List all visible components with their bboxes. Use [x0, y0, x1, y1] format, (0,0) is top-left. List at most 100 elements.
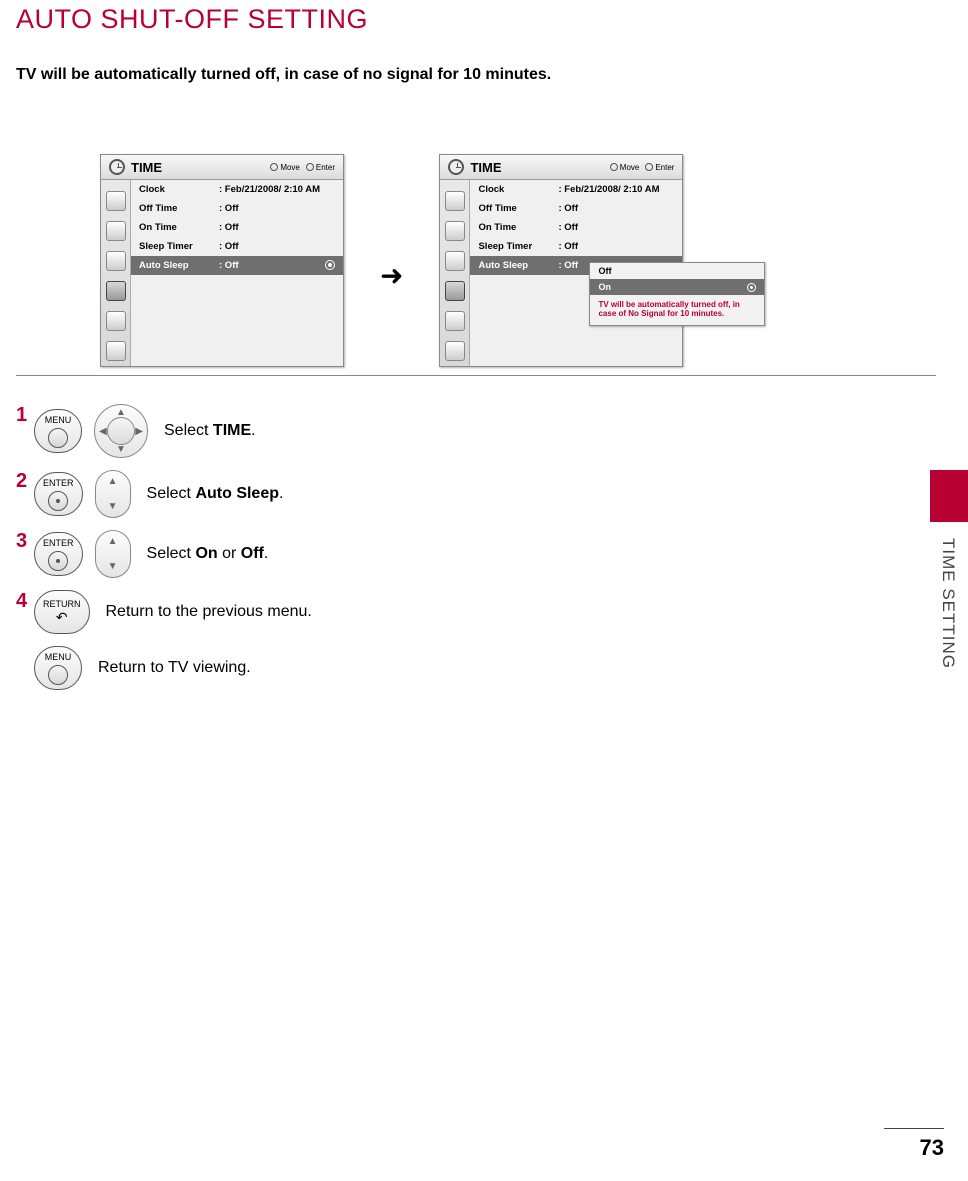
row-autosleep-label: Auto Sleep — [478, 260, 558, 271]
row-offtime-label: Off Time — [139, 203, 219, 214]
step-text: Select TIME. — [164, 422, 256, 440]
step-text: Return to TV viewing. — [98, 659, 251, 677]
return-arrow-icon: ↶ — [56, 609, 68, 626]
remote-dpad-button[interactable]: ▲ ▼ ◀ ▶ — [94, 404, 148, 458]
row-sleep-value: : Off — [219, 241, 239, 252]
row-ontime: On Time : Off — [131, 218, 343, 237]
step-text: Return to the previous menu. — [106, 603, 312, 621]
row-clock-label: Clock — [139, 184, 219, 195]
chevron-left-icon: ◀ — [99, 426, 107, 437]
move-icon — [610, 163, 618, 171]
step-text-pre: Select — [147, 545, 196, 562]
chevron-up-icon: ▲ — [108, 476, 118, 487]
chevron-up-icon: ▲ — [108, 536, 118, 547]
arrow-right-icon: ➜ — [380, 259, 403, 292]
screenshots-row: TIME Move Enter Clock — [100, 154, 683, 367]
move-icon — [270, 163, 278, 171]
side-icon-5 — [445, 311, 465, 331]
button-label: ENTER — [43, 538, 74, 548]
step-text-pre: Select — [164, 422, 213, 439]
divider — [16, 375, 936, 376]
row-offtime-value: : Off — [219, 203, 239, 214]
step-text: Select On or Off. — [147, 545, 269, 563]
row-ontime-label: On Time — [139, 222, 219, 233]
remote-enter-button[interactable]: ENTER — [34, 532, 83, 576]
remote-return-button[interactable]: RETURN ↶ — [34, 590, 90, 634]
chevron-down-icon: ▼ — [116, 444, 126, 455]
button-circle-icon — [48, 665, 68, 685]
chevron-up-icon: ▲ — [116, 407, 126, 418]
step-text-post: . — [251, 422, 255, 439]
step-text-post: . — [279, 485, 283, 502]
popup-option-on-selected: On — [590, 279, 764, 295]
step-number: 3 — [16, 530, 28, 553]
row-offtime: Off Time : Off — [131, 199, 343, 218]
tv-menu-after: TIME Move Enter Clock — [439, 154, 683, 367]
side-icon-2 — [445, 221, 465, 241]
side-icon-2 — [106, 221, 126, 241]
autosleep-popup: Off On TV will be automatically turned o… — [589, 262, 765, 326]
side-icon-1 — [106, 191, 126, 211]
step-text-bold: Auto Sleep — [195, 485, 279, 502]
chevron-down-icon: ▼ — [108, 561, 118, 572]
row-clock-value: : Feb/21/2008/ 2:10 AM — [558, 184, 659, 195]
row-ontime-value: : Off — [219, 222, 239, 233]
step-text-bold: On — [195, 545, 217, 562]
selection-bullet-icon — [325, 260, 335, 270]
button-circle-dot-icon — [48, 551, 68, 571]
button-label: RETURN — [43, 599, 81, 609]
popup-option-off: Off — [590, 263, 764, 279]
selection-bullet-icon — [747, 283, 756, 292]
button-label: ENTER — [43, 478, 74, 488]
chevron-down-icon: ▼ — [108, 501, 118, 512]
remote-updown-button[interactable]: ▲ ▼ — [95, 530, 131, 578]
row-ontime: On Time : Off — [470, 218, 682, 237]
button-circle-dot-icon — [48, 491, 68, 511]
remote-updown-button[interactable]: ▲ ▼ — [95, 470, 131, 518]
button-label: MENU — [45, 415, 72, 425]
row-sleep: Sleep Timer : Off — [470, 237, 682, 256]
remote-enter-button[interactable]: ENTER — [34, 472, 83, 516]
row-sleep-value: : Off — [558, 241, 578, 252]
row-sleep-label: Sleep Timer — [139, 241, 219, 252]
hint-move: Move — [620, 163, 640, 172]
row-offtime-value: : Off — [558, 203, 578, 214]
row-clock-value: : Feb/21/2008/ 2:10 AM — [219, 184, 320, 195]
page-title: AUTO SHUT-OFF SETTING — [16, 4, 368, 35]
remote-menu-button[interactable]: MENU — [34, 409, 82, 453]
tv-menu-before: TIME Move Enter Clock — [100, 154, 344, 367]
row-sleep-label: Sleep Timer — [478, 241, 558, 252]
side-icon-3 — [106, 251, 126, 271]
row-offtime: Off Time : Off — [470, 199, 682, 218]
button-label: MENU — [45, 652, 72, 662]
side-icon-time — [106, 281, 126, 301]
side-tab: TIME SETTING — [930, 470, 968, 669]
menu-title: TIME — [131, 160, 162, 175]
hint-enter: Enter — [655, 163, 674, 172]
remote-menu-button[interactable]: MENU — [34, 646, 82, 690]
menu-title: TIME — [470, 160, 501, 175]
side-icon-1 — [445, 191, 465, 211]
row-ontime-value: : Off — [558, 222, 578, 233]
row-autosleep-value: : Off — [219, 260, 239, 271]
page-subtitle: TV will be automatically turned off, in … — [16, 66, 551, 84]
side-icon-5 — [106, 311, 126, 331]
row-sleep: Sleep Timer : Off — [131, 237, 343, 256]
side-tab-label: TIME SETTING — [938, 538, 958, 669]
row-offtime-label: Off Time — [478, 203, 558, 214]
page-number: 73 — [920, 1135, 944, 1161]
popup-option-on-label: On — [598, 282, 611, 292]
step-text-bold: TIME — [213, 422, 251, 439]
step-text-post: . — [264, 545, 268, 562]
step-number: 2 — [16, 470, 28, 493]
enter-icon — [645, 163, 653, 171]
step-number: 1 — [16, 404, 28, 427]
row-autosleep-selected: Auto Sleep : Off — [131, 256, 343, 275]
popup-note: TV will be automatically turned off, in … — [590, 295, 764, 325]
page-number-rule — [884, 1128, 944, 1129]
enter-icon — [306, 163, 314, 171]
dpad-center-icon — [107, 417, 135, 445]
step-text-mid: or — [218, 545, 241, 562]
row-clock-label: Clock — [478, 184, 558, 195]
hint-enter: Enter — [316, 163, 335, 172]
